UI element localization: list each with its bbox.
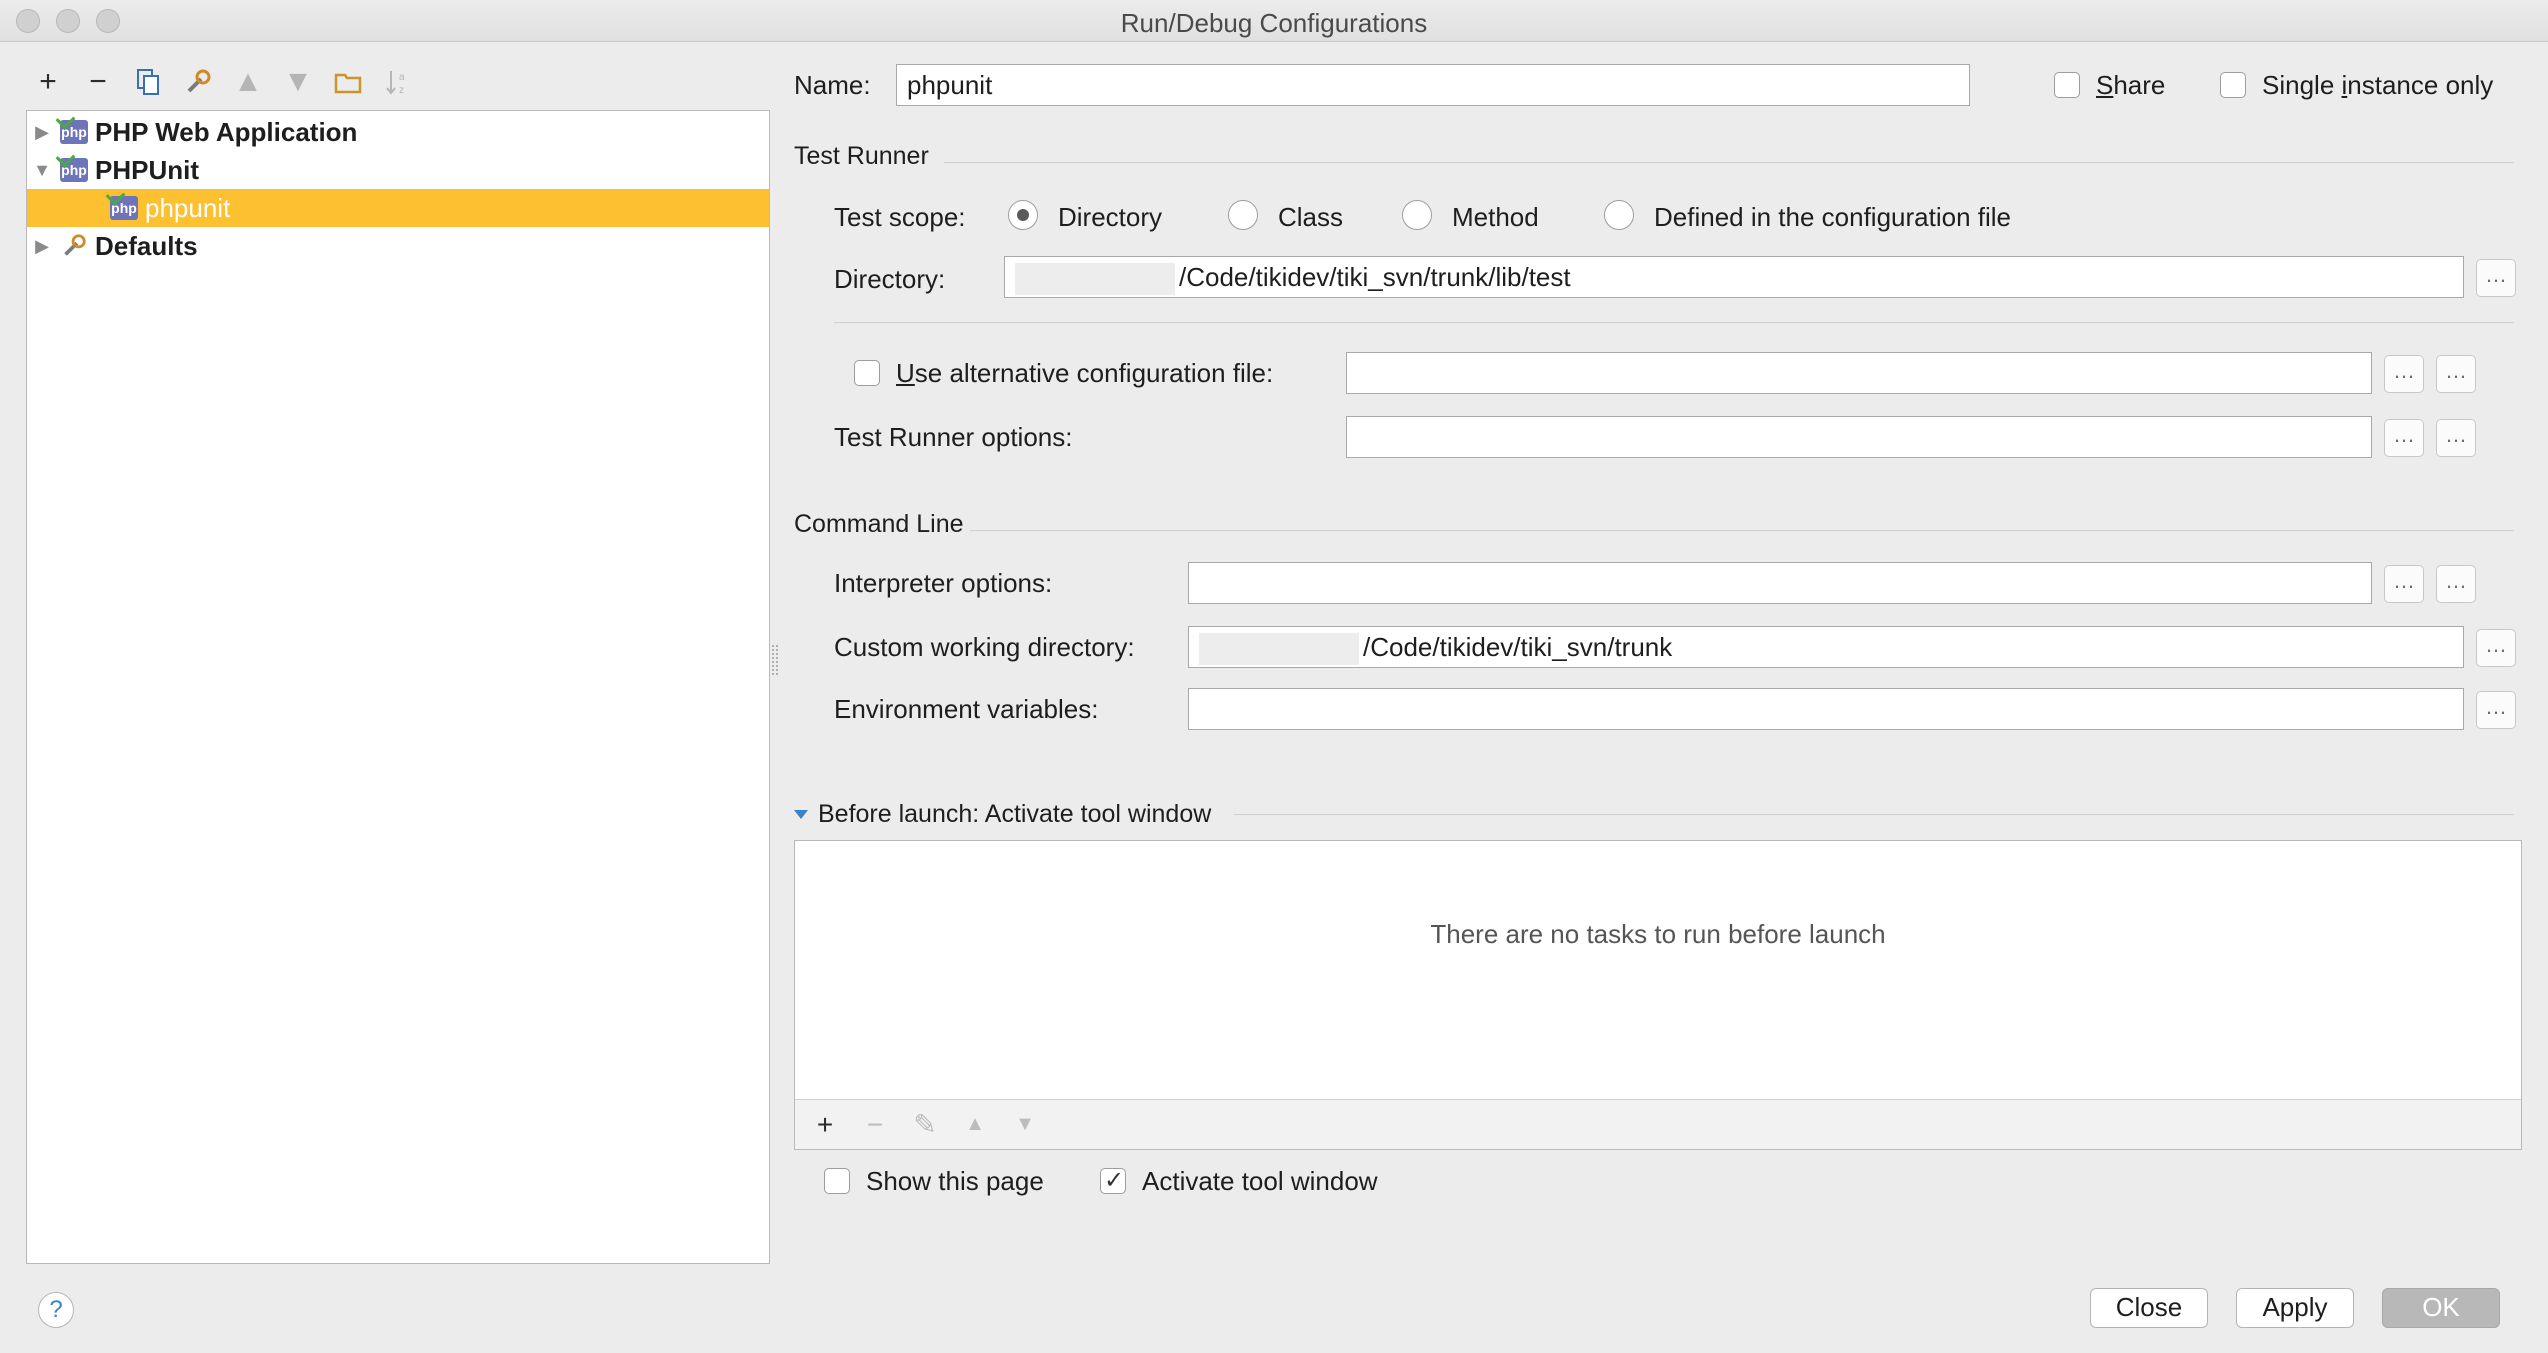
apply-button[interactable]: Apply (2236, 1288, 2354, 1328)
redacted-path (1199, 633, 1359, 666)
window-title: Run/Debug Configurations (1120, 8, 1428, 38)
sort-icon[interactable]: az (378, 62, 418, 102)
scope-config-file-radio[interactable] (1604, 200, 1634, 230)
activate-tool-window-checkbox[interactable] (1100, 1166, 1126, 1195)
collapse-before-launch-icon[interactable] (794, 810, 808, 819)
tree-item-phpunit-group[interactable]: ▼ php PHPUnit (27, 151, 769, 189)
single-instance-label: Single instance only (2262, 70, 2494, 100)
phpunit-icon: php (57, 155, 91, 185)
runner-options-label: Test Runner options: (834, 422, 1073, 452)
collapse-arrow-icon[interactable]: ▼ (27, 160, 57, 181)
tree-item-phpunit-config[interactable]: php phpunit (27, 189, 769, 227)
interpreter-options-label: Interpreter options: (834, 568, 1053, 598)
interpreter-options-browse-button[interactable]: … (2436, 565, 2476, 603)
folder-icon[interactable] (328, 62, 368, 102)
title-bar: Run/Debug Configurations (0, 0, 2548, 42)
redacted-path (1015, 263, 1175, 296)
command-line-section-title: Command Line (794, 510, 964, 538)
remove-task-icon[interactable]: − (855, 1109, 895, 1141)
ok-button[interactable]: OK (2382, 1288, 2500, 1328)
browse-working-directory-button[interactable]: … (2476, 629, 2516, 667)
tree-toolbar: + − ▲ ▼ az (28, 62, 418, 102)
wrench-icon (57, 231, 91, 261)
share-label: Share (2096, 70, 2166, 100)
runner-options-browse-button[interactable]: … (2436, 419, 2476, 457)
move-down-icon[interactable]: ▼ (1005, 1113, 1045, 1136)
php-web-app-icon: php (57, 117, 91, 147)
alt-config-checkbox[interactable] (854, 360, 880, 386)
alt-config-label: Use alternative configuration file: (896, 358, 1274, 388)
scope-class-radio[interactable] (1228, 200, 1258, 230)
arrow-up-icon[interactable]: ▲ (228, 62, 268, 102)
scope-method-radio[interactable] (1402, 200, 1432, 230)
edit-task-icon[interactable]: ✎ (905, 1108, 945, 1141)
svg-text:z: z (399, 85, 404, 96)
tree-item-label: phpunit (145, 192, 231, 223)
browse-directory-button[interactable]: … (2476, 259, 2516, 297)
before-launch-task-list[interactable]: There are no tasks to run before launch … (794, 840, 2522, 1150)
name-input[interactable]: phpunit (896, 64, 1970, 106)
scope-directory-radio[interactable] (1008, 200, 1038, 230)
show-this-page-checkbox[interactable] (824, 1168, 850, 1194)
runner-options-input[interactable] (1346, 416, 2372, 458)
name-label: Name: (794, 70, 871, 100)
test-runner-section-title: Test Runner (794, 142, 929, 170)
working-directory-input[interactable]: /Code/tikidev/tiki_svn/trunk (1188, 626, 2464, 668)
section-divider (970, 530, 2514, 531)
section-divider (1234, 814, 2514, 815)
edit-environment-variables-button[interactable]: … (2476, 691, 2516, 729)
scope-method-label: Method (1452, 202, 1539, 232)
test-scope-label: Test scope: (834, 202, 966, 232)
before-launch-toolbar: + − ✎ ▲ ▼ (795, 1099, 2521, 1149)
before-launch-title: Before launch: Activate tool window (818, 800, 1212, 828)
activate-tool-window-label: Activate tool window (1142, 1166, 1378, 1196)
phpunit-icon: php (107, 193, 141, 223)
add-task-icon[interactable]: + (805, 1109, 845, 1141)
scope-class-label: Class (1278, 202, 1344, 232)
environment-variables-input[interactable] (1188, 688, 2464, 730)
configuration-tree[interactable]: ▶ php PHP Web Application ▼ php PHPUnit … (26, 110, 770, 1264)
single-instance-checkbox[interactable] (2220, 72, 2246, 98)
interpreter-options-input[interactable] (1188, 562, 2372, 604)
scope-directory-label: Directory (1058, 202, 1163, 232)
directory-label: Directory: (834, 264, 946, 294)
panel-splitter[interactable] (772, 645, 778, 675)
plus-icon[interactable]: + (28, 62, 68, 102)
close-button[interactable]: Close (2090, 1288, 2208, 1328)
section-divider (834, 322, 2514, 323)
tree-item-php-web-application[interactable]: ▶ php PHP Web Application (27, 113, 769, 151)
scope-config-file-label: Defined in the configuration file (1654, 202, 2012, 232)
working-directory-label: Custom working directory: (834, 632, 1135, 662)
section-divider (944, 162, 2514, 163)
empty-tasks-message: There are no tasks to run before launch (1430, 919, 1886, 949)
svg-text:a: a (399, 72, 405, 83)
alt-config-input[interactable] (1346, 352, 2372, 394)
tree-item-label: Defaults (95, 230, 198, 261)
runner-options-expand-button[interactable]: … (2384, 419, 2424, 457)
directory-input[interactable]: /Code/tikidev/tiki_svn/trunk/lib/test (1004, 256, 2464, 298)
tree-item-label: PHPUnit (95, 154, 199, 185)
expand-arrow-icon[interactable]: ▶ (27, 122, 57, 143)
wrench-icon[interactable] (178, 62, 218, 102)
tree-item-label: PHP Web Application (95, 116, 358, 147)
arrow-down-icon[interactable]: ▼ (278, 62, 318, 102)
tree-item-defaults[interactable]: ▶ Defaults (27, 227, 769, 265)
share-checkbox[interactable] (2054, 72, 2080, 98)
expand-arrow-icon[interactable]: ▶ (27, 236, 57, 257)
minus-icon[interactable]: − (78, 62, 118, 102)
move-up-icon[interactable]: ▲ (955, 1113, 995, 1136)
copy-icon[interactable] (128, 62, 168, 102)
environment-variables-label: Environment variables: (834, 694, 1099, 724)
help-button[interactable]: ? (38, 1292, 74, 1328)
alt-config-browse-button[interactable]: … (2436, 355, 2476, 393)
interpreter-options-expand-button[interactable]: … (2384, 565, 2424, 603)
show-this-page-label: Show this page (866, 1166, 1044, 1196)
alt-config-expand-button[interactable]: … (2384, 355, 2424, 393)
